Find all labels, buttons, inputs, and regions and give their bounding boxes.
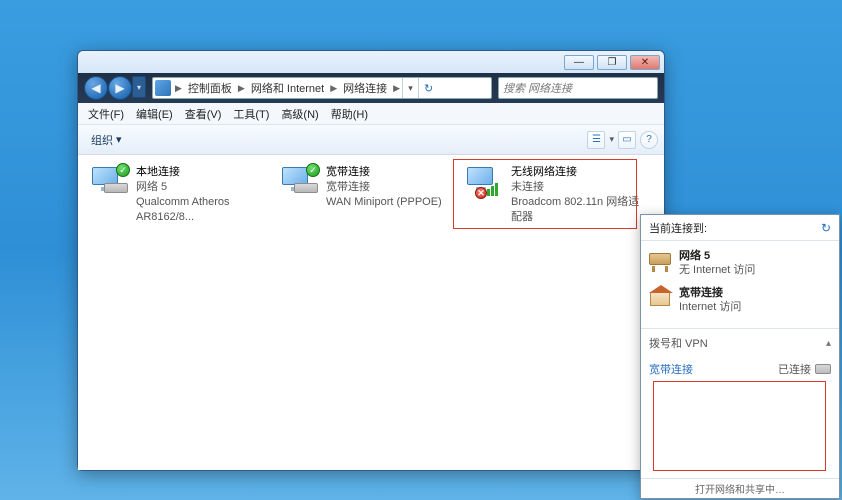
network-flyout: 当前连接到: ↻ 网络 5 无 Internet 访问 宽带连接 Interne… — [640, 214, 840, 499]
connection-status: 宽带连接 — [326, 180, 442, 195]
menu-advanced[interactable]: 高级(N) — [275, 106, 324, 122]
explorer-window: — ❐ ✕ ◀ ▶ ▾ ▶ 控制面板 ▶ 网络和 Internet ▶ 网络连接… — [77, 50, 665, 471]
menu-tools[interactable]: 工具(T) — [227, 106, 275, 122]
ppp-icon: ✓ — [278, 165, 320, 205]
window-minimize-button[interactable]: — — [564, 55, 594, 70]
status-error-icon: ✕ — [475, 187, 487, 199]
dial-item-status: 已连接 — [778, 361, 811, 377]
flyout-footer-link[interactable]: 打开网络和共享中… — [641, 478, 839, 498]
highlight-annotation — [653, 381, 826, 471]
park-bench-icon — [649, 249, 673, 271]
menu-help[interactable]: 帮助(H) — [325, 106, 374, 122]
flyout-dial-item[interactable]: 宽带连接 已连接 — [641, 357, 839, 381]
refresh-button[interactable]: ↻ — [821, 221, 831, 235]
content-area[interactable]: ✓ 本地连接 网络 5 Qualcomm Atheros AR8162/8...… — [78, 155, 664, 470]
chevron-down-icon: ▾ — [116, 133, 122, 146]
window-close-button[interactable]: ✕ — [630, 55, 660, 70]
breadcrumb-sep-icon: ▶ — [328, 83, 339, 94]
flyout-section-header[interactable]: 拨号和 VPN ▴ — [641, 329, 839, 357]
flyout-title: 当前连接到: — [649, 220, 707, 236]
organize-label: 组织 — [91, 132, 113, 148]
connection-device: Qualcomm Atheros AR8162/8... — [136, 195, 273, 225]
flyout-network-name: 宽带连接 — [679, 286, 741, 300]
breadcrumb-item[interactable]: 控制面板 — [184, 78, 236, 98]
flyout-network-item[interactable]: 宽带连接 Internet 访问 — [649, 282, 831, 319]
flyout-section-label: 拨号和 VPN — [649, 335, 708, 351]
flyout-header: 当前连接到: ↻ — [641, 215, 839, 241]
connection-name: 本地连接 — [136, 165, 273, 180]
address-bar: ◀ ▶ ▾ ▶ 控制面板 ▶ 网络和 Internet ▶ 网络连接 ▶ ▾ ↻… — [78, 73, 664, 103]
connection-device: WAN Miniport (PPPOE) — [326, 195, 442, 210]
breadcrumb-root-icon[interactable] — [155, 80, 171, 96]
help-button[interactable]: ? — [640, 131, 658, 149]
chevron-down-icon[interactable]: ▾ — [609, 134, 614, 145]
search-placeholder: 搜索 网络连接 — [503, 80, 572, 96]
breadcrumb-item[interactable]: 网络和 Internet — [247, 78, 328, 98]
breadcrumb-sep-icon: ▶ — [236, 83, 247, 94]
flyout-network-name: 网络 5 — [679, 249, 755, 263]
window-titlebar[interactable]: — ❐ ✕ — [78, 51, 664, 73]
modem-icon — [815, 364, 831, 374]
flyout-network-status: Internet 访问 — [679, 300, 741, 314]
house-icon — [649, 286, 673, 308]
menu-view[interactable]: 查看(V) — [179, 106, 228, 122]
menu-file[interactable]: 文件(F) — [82, 106, 130, 122]
connection-status: 未连接 — [511, 180, 648, 195]
status-check-icon: ✓ — [116, 163, 130, 177]
connection-device: Broadcom 802.11n 网络适配器 — [511, 195, 648, 225]
ethernet-icon: ✓ — [88, 165, 130, 205]
breadcrumb-dropdown[interactable]: ▾ — [402, 78, 418, 98]
wifi-icon: ✕ — [463, 165, 505, 205]
flyout-network-item[interactable]: 网络 5 无 Internet 访问 — [649, 245, 831, 282]
chevron-up-icon: ▴ — [826, 338, 831, 349]
search-input[interactable]: 搜索 网络连接 — [498, 77, 658, 99]
nav-forward-button[interactable]: ▶ — [108, 76, 132, 100]
connection-item-wireless[interactable]: ✕ 无线网络连接 未连接 Broadcom 802.11n 网络适配器 — [463, 165, 648, 224]
organize-button[interactable]: 组织 ▾ — [84, 129, 129, 151]
breadcrumb-sep-icon: ▶ — [173, 83, 184, 94]
connection-name: 无线网络连接 — [511, 165, 648, 180]
toolbar: 组织 ▾ ☰ ▾ ▭ ? — [78, 125, 664, 155]
connection-item-local[interactable]: ✓ 本地连接 网络 5 Qualcomm Atheros AR8162/8... — [88, 165, 273, 224]
menu-edit[interactable]: 编辑(E) — [130, 106, 179, 122]
connection-item-broadband[interactable]: ✓ 宽带连接 宽带连接 WAN Miniport (PPPOE) — [278, 165, 463, 210]
breadcrumb-refresh-button[interactable]: ↻ — [418, 78, 438, 98]
connection-name: 宽带连接 — [326, 165, 442, 180]
nav-history-dropdown[interactable]: ▾ — [132, 76, 146, 98]
preview-pane-button[interactable]: ▭ — [618, 131, 636, 149]
flyout-network-status: 无 Internet 访问 — [679, 263, 755, 277]
dial-item-name: 宽带连接 — [649, 361, 693, 377]
menu-bar: 文件(F) 编辑(E) 查看(V) 工具(T) 高级(N) 帮助(H) — [78, 103, 664, 125]
breadcrumb[interactable]: ▶ 控制面板 ▶ 网络和 Internet ▶ 网络连接 ▶ ▾ ↻ — [152, 77, 492, 99]
view-mode-button[interactable]: ☰ — [587, 131, 605, 149]
window-maximize-button[interactable]: ❐ — [597, 55, 627, 70]
breadcrumb-item[interactable]: 网络连接 — [339, 78, 391, 98]
breadcrumb-sep-icon: ▶ — [391, 83, 402, 94]
connection-status: 网络 5 — [136, 180, 273, 195]
nav-back-button[interactable]: ◀ — [84, 76, 108, 100]
status-check-icon: ✓ — [306, 163, 320, 177]
flyout-footer-label: 打开网络和共享中… — [695, 481, 785, 496]
